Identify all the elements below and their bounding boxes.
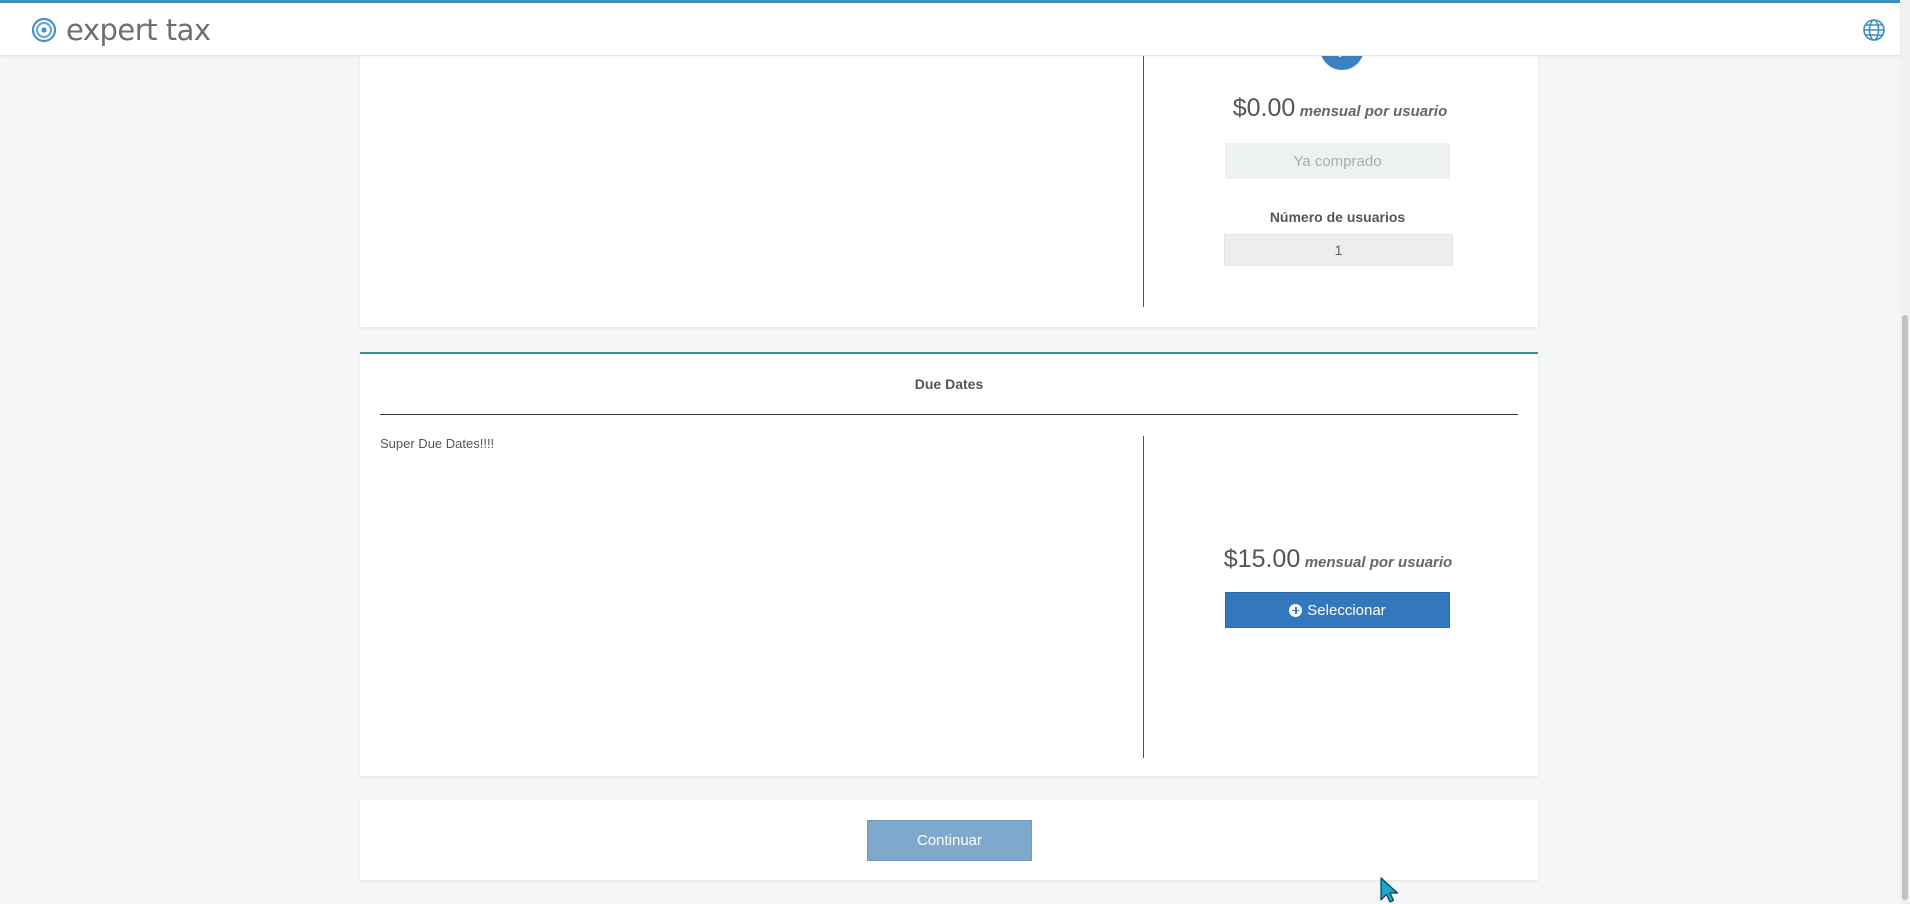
plan-card-current: $0.00 mensual por usuario Ya comprado Nú… [360,40,1538,327]
price-amount: $15.00 [1223,545,1301,573]
users-count-field[interactable]: 1 [1224,234,1453,266]
column-divider [1143,436,1144,758]
mouse-cursor-icon [1380,877,1399,903]
column-divider [1143,40,1144,307]
plan-title: Due Dates [914,376,984,392]
plus-circle-icon [1289,603,1303,617]
already-purchased-button: Ya comprado [1225,143,1450,179]
continue-button[interactable]: Continuar [867,820,1032,861]
plan-price: $15.00 mensual por usuario [1158,545,1518,574]
price-suffix: mensual por usuario [1299,103,1448,120]
scrollbar-thumb[interactable] [1902,315,1908,900]
plan-price: $0.00 mensual por usuario [1160,94,1520,123]
price-suffix: mensual por usuario [1304,554,1453,571]
users-count-label: Número de usuarios [1269,209,1406,225]
select-plan-button[interactable]: Seleccionar [1225,592,1450,628]
plan-description: Super Due Dates!!!! [380,436,495,451]
plan-card-due-dates: Due Dates Super Due Dates!!!! $15.00 men… [360,352,1538,776]
title-divider [380,414,1518,415]
select-plan-label: Seleccionar [1307,601,1386,619]
price-amount: $0.00 [1232,94,1296,122]
page-scrollbar[interactable] [1900,0,1910,904]
continue-card: Continuar [360,800,1538,880]
brand-logo[interactable]: expert tax [30,13,211,47]
brand-swirl-icon [31,17,57,43]
globe-icon[interactable] [1862,18,1886,42]
app-header: expert tax [0,3,1900,56]
brand-name: expert tax [66,13,211,47]
